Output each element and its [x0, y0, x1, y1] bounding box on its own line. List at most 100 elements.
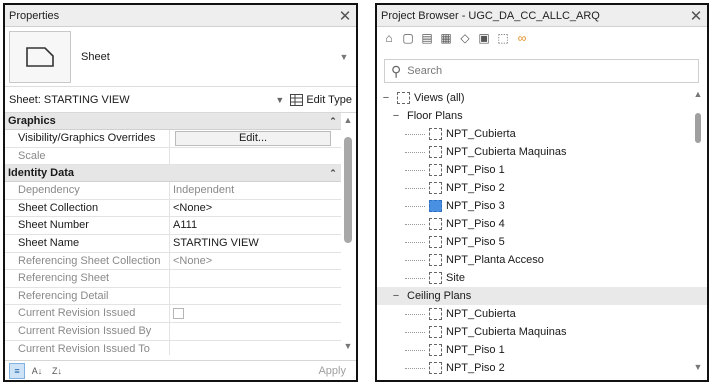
tree-item[interactable]: − Floor Plans	[377, 107, 707, 125]
property-row[interactable]: Sheet Number A111	[5, 217, 341, 235]
tree-item-label: Ceiling Plans	[407, 290, 472, 302]
property-row[interactable]: Visibility/Graphics Overrides Edit...	[5, 130, 341, 148]
instance-filter[interactable]: Sheet: STARTING VIEW ▼ Edit Type	[5, 87, 356, 113]
properties-panel: Properties ✕ Sheet ▼ Sheet: STARTING VIE…	[3, 3, 358, 382]
tree-item-label: NPT_Piso 1	[446, 344, 505, 356]
save-icon[interactable]: ▣	[476, 30, 492, 46]
chevron-down-icon[interactable]: ▼	[332, 52, 356, 62]
edit-overrides-button[interactable]: Edit...	[175, 131, 331, 146]
tree-item[interactable]: NPT_Piso 5	[377, 233, 707, 251]
property-key: Current Revision Issued By	[5, 322, 170, 340]
edit-type-label: Edit Type	[306, 93, 352, 106]
property-row[interactable]: Referencing Detail	[5, 287, 341, 306]
collapse-icon[interactable]: ⌃	[325, 116, 341, 127]
tree-item-label: NPT_Cubierta Maquinas	[446, 146, 567, 158]
view-icon	[429, 254, 442, 266]
type-name: Sheet	[81, 50, 110, 63]
region-icon[interactable]: ⬚	[495, 30, 511, 46]
chevron-down-icon[interactable]: ▼	[275, 95, 284, 105]
tree-item-label: NPT_Cubierta	[446, 128, 516, 140]
apply-button[interactable]: Apply	[318, 365, 352, 377]
vertical-scrollbar[interactable]: ▲ ▼	[342, 115, 354, 353]
view-icon	[397, 92, 410, 104]
scroll-thumb[interactable]	[344, 137, 352, 243]
view-icon	[429, 218, 442, 230]
search-icon: ⚲	[391, 62, 402, 79]
property-key: Referencing Sheet	[5, 270, 170, 287]
property-row[interactable]: Referencing Sheet Collection <None>	[5, 252, 341, 271]
collapse-toggle-icon[interactable]: −	[391, 290, 401, 302]
property-key: Sheet Number	[5, 217, 170, 234]
property-group-name: Graphics	[8, 115, 56, 127]
checkbox[interactable]	[173, 308, 184, 320]
edit-type-icon	[290, 93, 304, 106]
property-group-header[interactable]: Graphics ⌃	[5, 113, 341, 130]
property-value[interactable]: A111	[170, 217, 341, 234]
property-key: Referencing Sheet Collection	[5, 252, 170, 270]
view-icon	[429, 308, 442, 320]
property-group-header[interactable]: Identity Data ⌃	[5, 165, 341, 183]
tree-item[interactable]: − Ceiling Plans	[377, 287, 707, 305]
tree-item[interactable]: Site	[377, 269, 707, 287]
property-value	[170, 341, 341, 355]
close-icon[interactable]: ✕	[689, 7, 703, 25]
collapse-toggle-icon[interactable]: −	[381, 92, 391, 104]
edit-type-button[interactable]: Edit Type	[290, 93, 352, 106]
property-key: Current Revision Issued To	[5, 340, 170, 355]
property-row[interactable]: Referencing Sheet	[5, 270, 341, 288]
view-icon	[429, 146, 442, 158]
property-row[interactable]: Current Revision Issued By	[5, 322, 341, 341]
sort-descending-icon[interactable]: Z↓	[49, 363, 65, 379]
link-icon[interactable]: ∞	[514, 30, 530, 46]
vertical-scrollbar[interactable]: ▲ ▼	[692, 89, 704, 374]
tree-item[interactable]: NPT_Piso 4	[377, 215, 707, 233]
type-selector[interactable]: Sheet ▼	[5, 27, 356, 87]
properties-titlebar: Properties ✕	[5, 5, 356, 27]
tree-item[interactable]: NPT_Cubierta Maquinas	[377, 143, 707, 161]
categorized-sort-icon[interactable]: ≡	[9, 362, 25, 379]
sheet-icon[interactable]: ▤	[419, 30, 435, 46]
property-key: Current Revision Issued	[5, 305, 170, 322]
collapse-icon[interactable]: ⌃	[325, 168, 341, 179]
tree-item[interactable]: NPT_Piso 3	[377, 197, 707, 215]
property-row[interactable]: Sheet Name STARTING VIEW	[5, 234, 341, 253]
tree-item-label: NPT_Cubierta	[446, 308, 516, 320]
property-row[interactable]: Dependency Independent	[5, 182, 341, 200]
scroll-down-icon[interactable]: ▼	[342, 341, 354, 353]
view-icon	[429, 362, 442, 374]
view-icon[interactable]: ▢	[400, 30, 416, 46]
property-key: Referencing Detail	[5, 287, 170, 305]
property-value[interactable]: STARTING VIEW	[170, 235, 341, 252]
scroll-thumb[interactable]	[695, 113, 701, 143]
property-row[interactable]: Sheet Collection <None>	[5, 199, 341, 218]
property-value[interactable]: <None>	[170, 200, 341, 217]
tree-item[interactable]: NPT_Cubierta	[377, 305, 707, 323]
tree-item[interactable]: NPT_Piso 2	[377, 179, 707, 197]
tree-item[interactable]: NPT_Cubierta Maquinas	[377, 323, 707, 341]
tree-item[interactable]: NPT_Planta Acceso	[377, 251, 707, 269]
collapse-toggle-icon[interactable]: −	[391, 110, 401, 122]
scroll-up-icon[interactable]: ▲	[692, 89, 704, 101]
property-row[interactable]: Current Revision Issued	[5, 305, 341, 323]
tree-item[interactable]: NPT_Piso 2	[377, 359, 707, 374]
tree-item[interactable]: NPT_Piso 1	[377, 161, 707, 179]
search-input[interactable]: ⚲ Search	[384, 59, 699, 83]
close-icon[interactable]: ✕	[338, 7, 352, 25]
properties-title: Properties	[9, 9, 60, 22]
sort-ascending-icon[interactable]: A↓	[29, 363, 45, 379]
schedule-icon[interactable]: ▦	[438, 30, 454, 46]
model-icon[interactable]: ◇	[457, 30, 473, 46]
property-row[interactable]: Scale	[5, 147, 341, 166]
tree-item[interactable]: − Views (all)	[377, 89, 707, 107]
home-icon[interactable]: ⌂	[381, 30, 397, 46]
tree-item[interactable]: NPT_Cubierta	[377, 125, 707, 143]
view-icon	[429, 182, 442, 194]
scroll-down-icon[interactable]: ▼	[692, 362, 704, 374]
property-row[interactable]: Current Revision Issued To	[5, 340, 341, 355]
project-browser-panel: Project Browser - UGC_DA_CC_ALLC_ARQ ✕ ⌂…	[375, 3, 709, 382]
browser-tree: − Views (all) − Floor Plans NPT_Cubierta NPT_…	[377, 89, 707, 374]
property-grid: Graphics ⌃ Visibility/Graphics Overrides Ed…	[5, 113, 356, 355]
property-group-name: Identity Data	[8, 167, 75, 180]
tree-item[interactable]: NPT_Piso 1	[377, 341, 707, 359]
scroll-up-icon[interactable]: ▲	[342, 115, 354, 127]
